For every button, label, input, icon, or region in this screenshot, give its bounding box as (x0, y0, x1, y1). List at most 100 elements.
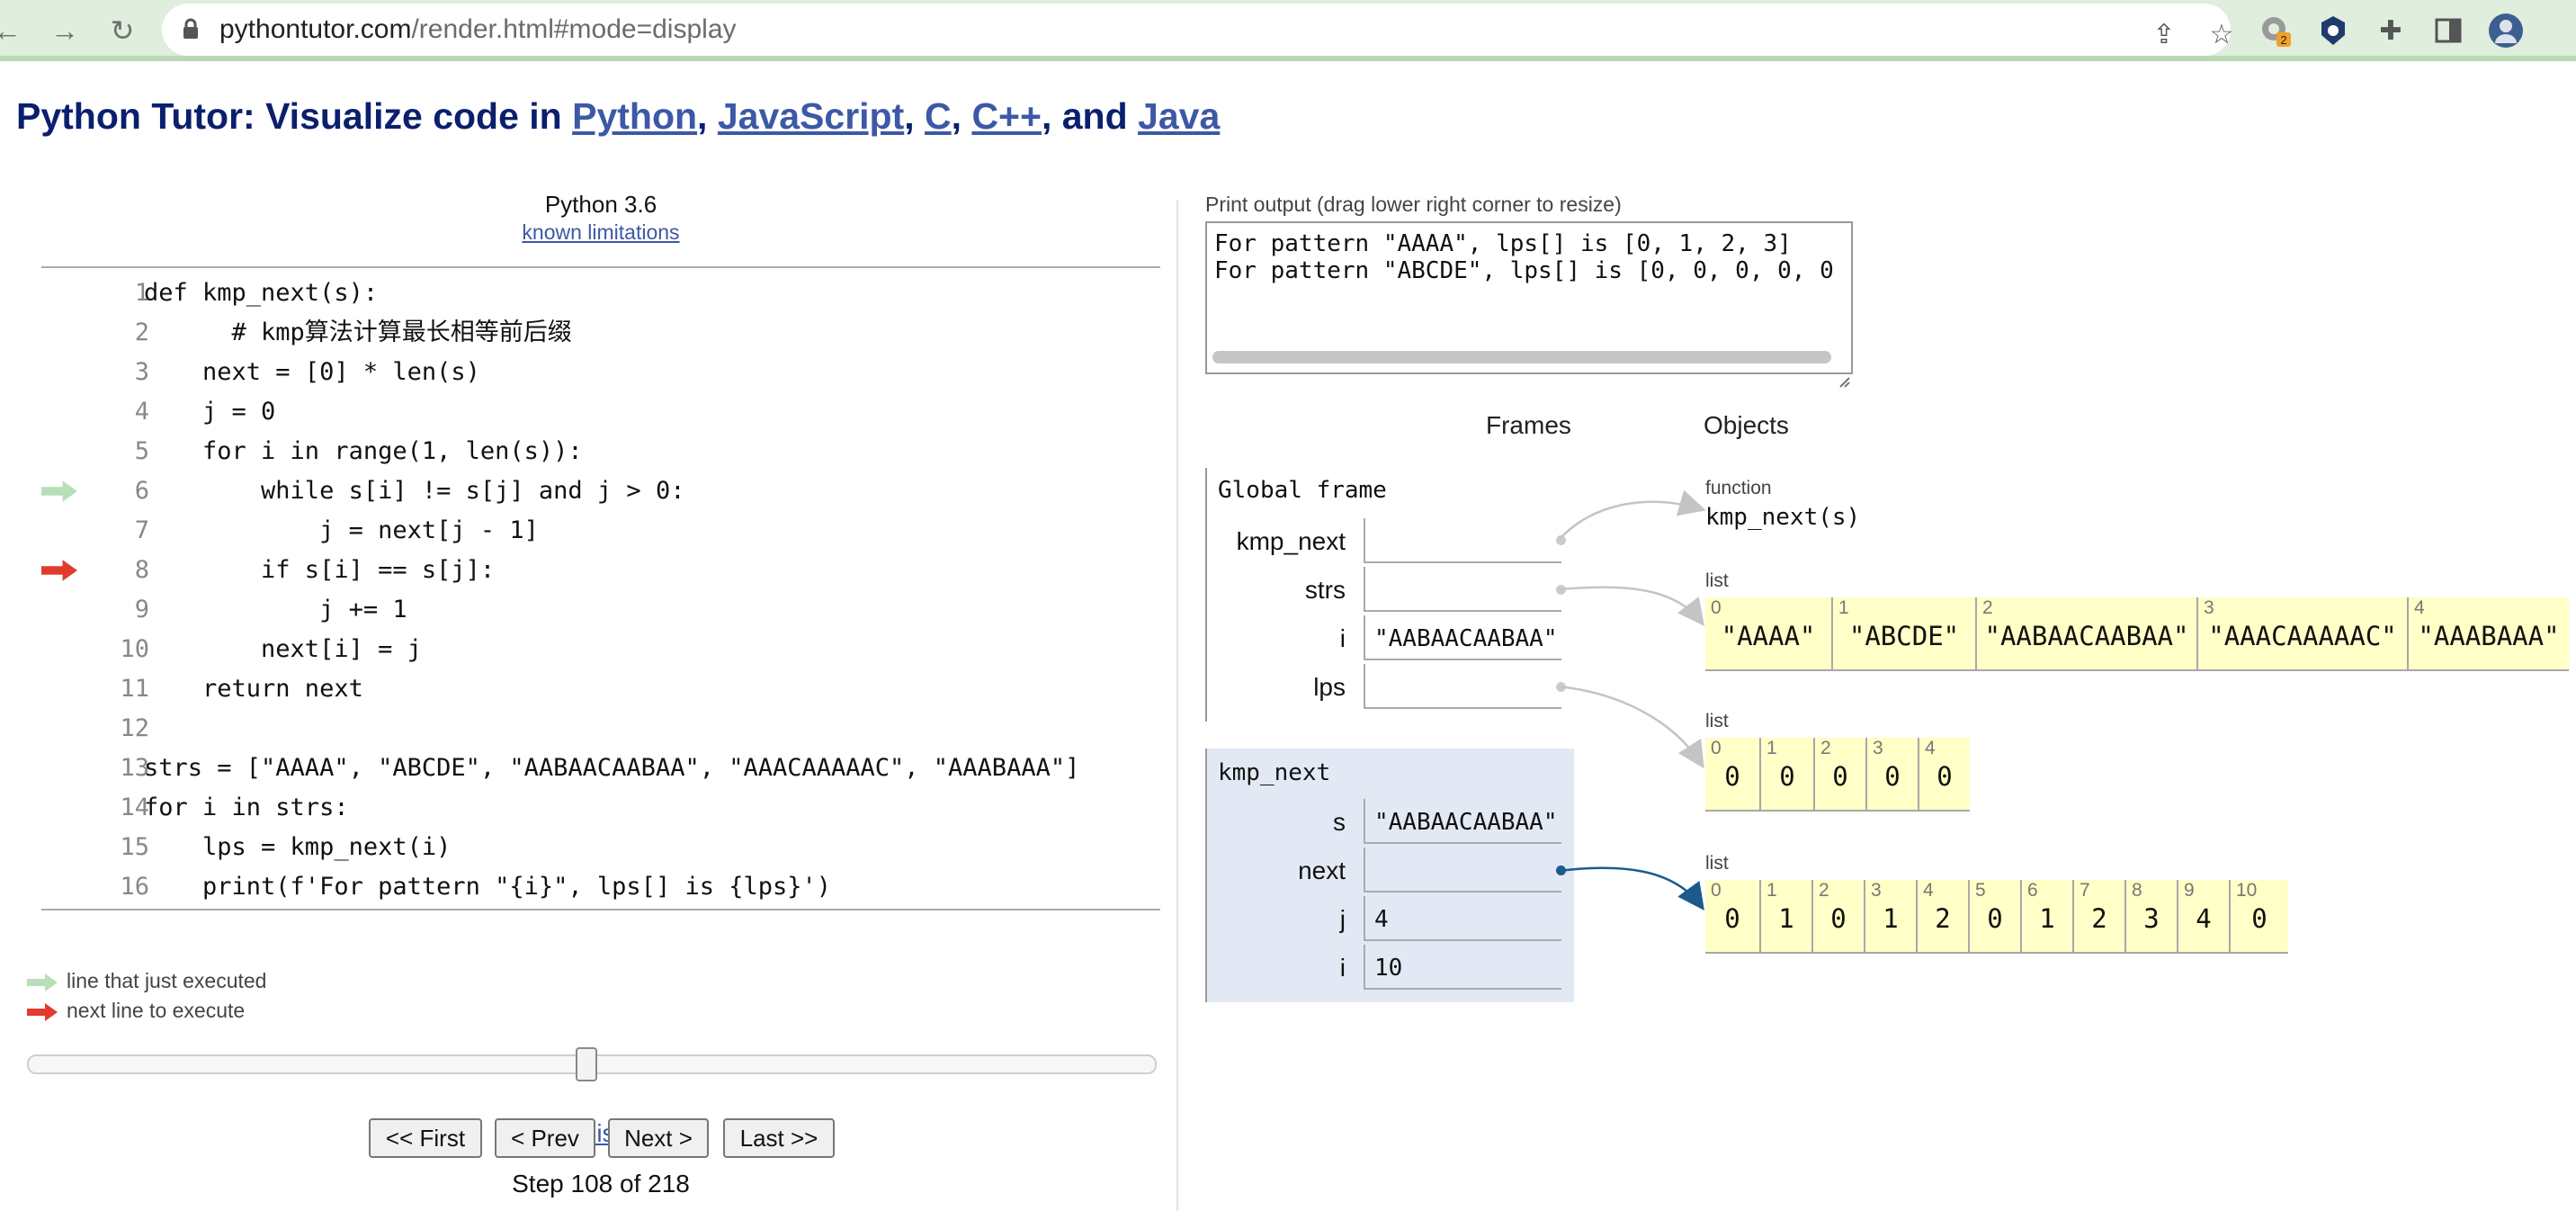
list-value: "AAAA" (1721, 621, 1816, 651)
var-value: 4 (1364, 896, 1561, 941)
known-limitations-link[interactable]: known limitations (41, 220, 1160, 245)
puzzle-extensions-icon[interactable]: ✚ (2373, 13, 2409, 49)
var-name: s (1333, 808, 1346, 836)
code-line: 11 return next (41, 669, 1160, 709)
list-cell: 00 (1705, 880, 1759, 952)
list-value: 2 (1935, 903, 1951, 934)
line-number: 10 (120, 635, 149, 663)
pointer-dot (1556, 866, 1566, 875)
var-value (1364, 848, 1561, 893)
code-line: 10 next[i] = j (41, 630, 1160, 669)
extension-shield-icon[interactable] (2315, 13, 2351, 49)
code-text: j = next[j - 1] (144, 516, 539, 544)
line-number: 14 (120, 794, 149, 821)
line-number: 7 (134, 516, 149, 544)
code-line: 2 # kmp算法计算最长相等前后缀 (41, 313, 1160, 353)
c-link[interactable]: C (925, 95, 952, 137)
python-link[interactable]: Python (572, 95, 697, 137)
last-button[interactable]: Last >> (723, 1118, 835, 1158)
list-cell: 40 (1918, 738, 1970, 810)
lps-list-object: 0010203040 (1705, 738, 1970, 812)
code-line: 15 lps = kmp_next(i) (41, 828, 1160, 867)
var-value (1364, 567, 1561, 612)
extension-gray-icon[interactable]: 2 (2258, 13, 2294, 49)
url-text: pythontutor.com/render.html#mode=display (219, 14, 737, 44)
list-index: 4 (2414, 597, 2425, 618)
print-output-box[interactable]: For pattern "AAAA", lps[] is [0, 1, 2, 3… (1205, 221, 1853, 374)
line-number: 1 (134, 279, 149, 307)
javascript-link[interactable]: JavaScript (718, 95, 904, 137)
list-value: "ABCDE" (1848, 621, 1960, 651)
list-value: "AAACAAAAAC" (2208, 621, 2397, 651)
list-value: 0 (1724, 761, 1740, 792)
list-cell: 42 (1916, 880, 1968, 952)
print-output-line: For pattern "AAAA", lps[] is [0, 1, 2, 3… (1214, 230, 1792, 257)
prev-button[interactable]: < Prev (495, 1118, 595, 1158)
legend-next: next line to execute (27, 999, 245, 1023)
list-value: 0 (1830, 903, 1847, 934)
page-title: Python Tutor: Visualize code in Python, … (16, 95, 1221, 137)
line-number: 8 (134, 556, 149, 584)
code-text: for i in range(1, len(s)): (144, 437, 583, 465)
code-line: 3 next = [0] * len(s) (41, 353, 1160, 392)
code-text: def kmp_next(s): (144, 279, 379, 307)
var-name: lps (1313, 673, 1346, 701)
slider-thumb[interactable] (576, 1047, 597, 1081)
line-number: 16 (120, 873, 149, 901)
list-index: 3 (1871, 880, 1882, 901)
share-icon[interactable]: ⇪ (2146, 16, 2182, 52)
resize-handle-icon[interactable] (1838, 376, 1851, 389)
frame-title: Global frame (1218, 477, 1387, 504)
kmp-next-frame: kmp_next s "AABAACAABAA" next j 4 i 10 (1205, 749, 1574, 1002)
first-button[interactable]: << First (369, 1118, 482, 1158)
executed-line-arrow-icon (41, 480, 77, 502)
var-value: 10 (1364, 945, 1561, 990)
list-value: 0 (1884, 761, 1901, 792)
list-index: 6 (2027, 880, 2038, 901)
step-counter: Step 108 of 218 (512, 1170, 690, 1198)
java-link[interactable]: Java (1138, 95, 1220, 137)
var-value: "AABAACAABAA" (1364, 615, 1561, 660)
bookmark-star-icon[interactable]: ☆ (2204, 16, 2240, 52)
line-number: 15 (120, 833, 149, 861)
list-value: 0 (1724, 903, 1740, 934)
list-cell: 4 "AAABAAA" (2407, 597, 2569, 669)
list-type-label: list (1705, 711, 1729, 731)
line-number: 11 (120, 675, 149, 703)
list-cell: 20 (1811, 880, 1864, 952)
cpp-link[interactable]: C++ (971, 95, 1042, 137)
language-label: Python 3.6 (544, 191, 657, 218)
list-cell: 94 (2177, 880, 2229, 952)
next-list-object: 0 0 1 1 2 0 3 1 4 2 5 0 6 1 7 2 8 3 9 4 10 0 (1705, 880, 2288, 954)
list-type-label: list (1705, 570, 1729, 591)
print-output-label: Print output (drag lower right corner to… (1205, 193, 1622, 216)
extension-badge-count: 2 (2280, 33, 2286, 47)
line-number: 4 (134, 398, 149, 426)
list-value: 4 (2196, 903, 2212, 934)
code-text: # kmp算法计算最长相等前后缀 (144, 318, 572, 346)
print-output-scrollbar[interactable] (1212, 351, 1831, 363)
var-name: strs (1304, 576, 1346, 604)
pointer-dot (1556, 535, 1566, 545)
code-text: j = 0 (144, 398, 276, 426)
profile-avatar[interactable] (2488, 13, 2524, 49)
list-cell: 31 (1864, 880, 1916, 952)
list-index: 3 (1873, 738, 1883, 758)
list-value: 0 (1832, 761, 1848, 792)
side-panel-icon[interactable] (2430, 13, 2466, 49)
line-number: 9 (134, 596, 149, 623)
next-button[interactable]: Next > (608, 1118, 709, 1158)
line-number: 12 (120, 714, 149, 742)
back-icon[interactable]: ← (0, 13, 25, 49)
next-line-arrow-icon (41, 560, 77, 581)
list-value: 0 (1936, 761, 1953, 792)
edit-code-link[interactable]: Edit this code (41, 1119, 1160, 1148)
list-index: 3 (2204, 597, 2214, 618)
frames-header: Frames (1486, 411, 1571, 439)
address-bar[interactable]: pythontutor.com/render.html#mode=display… (162, 4, 2233, 56)
var-name: i (1339, 954, 1346, 982)
step-slider[interactable] (27, 1047, 1157, 1081)
list-value: 2 (2091, 903, 2107, 934)
forward-icon[interactable]: → (47, 13, 83, 49)
reload-icon[interactable]: ↻ (104, 13, 140, 49)
